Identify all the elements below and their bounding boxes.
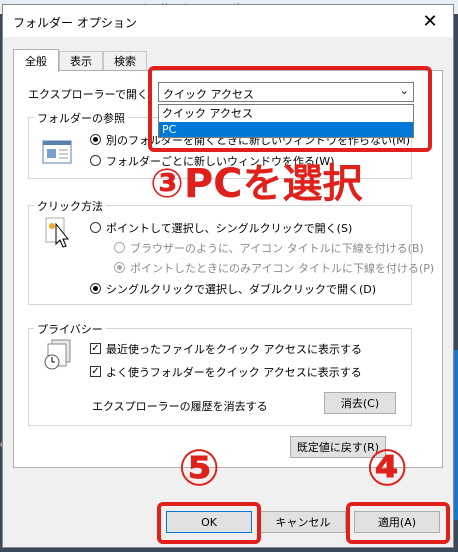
checkbox-recent-files[interactable]: ✓: [90, 343, 101, 354]
clear-history-button[interactable]: 消去(C): [324, 392, 396, 414]
tab-search[interactable]: 検索: [103, 51, 147, 70]
folder-window-icon: [42, 140, 72, 164]
browse-folders-title: フォルダーの参照: [34, 110, 128, 126]
radio-underline-on-point-label: ポイントしたときにのみアイコン タイトルに下線を付ける(P): [130, 262, 435, 275]
highlight-apply-box: [346, 502, 450, 544]
window-title: フォルダー オプション: [13, 16, 137, 30]
close-button[interactable]: ✕: [407, 5, 453, 37]
radio-underline-always-label: ブラウザーのように、アイコン タイトルに下線を付ける(B): [130, 242, 424, 255]
click-method-title: クリック方法: [34, 198, 106, 214]
recent-files-icon: [44, 339, 71, 370]
radio-single-click-open[interactable]: [90, 222, 101, 233]
checkbox-frequent-folders[interactable]: ✓: [90, 366, 101, 377]
step5-annotation: ⑤: [178, 439, 221, 497]
radio-single-click-open-label: ポイントして選択し、シングルクリックで開く(S): [106, 222, 353, 235]
checkbox-recent-files-label: 最近使ったファイルをクイック アクセスに表示する: [106, 343, 362, 356]
cancel-button[interactable]: キャンセル: [260, 511, 346, 533]
step3-annotation: ③PCを選択: [150, 161, 363, 207]
radio-new-window[interactable]: [90, 155, 101, 166]
close-icon: ✕: [422, 10, 438, 32]
radio-double-click-open[interactable]: [90, 283, 101, 294]
radio-underline-always[interactable]: [114, 242, 125, 253]
radio-underline-on-point[interactable]: [114, 262, 125, 273]
title-bar: フォルダー オプション ✕: [3, 5, 453, 37]
highlight-dropdown-box: [148, 66, 432, 152]
tab-general[interactable]: 全般: [13, 49, 59, 72]
tab-view[interactable]: 表示: [59, 51, 103, 70]
checkbox-frequent-folders-label: よく使うフォルダーをクイック アクセスに表示する: [106, 366, 362, 379]
explorer-open-label: エクスプローラーで開く:: [28, 88, 152, 101]
highlight-ok-box: [157, 502, 261, 544]
step4-annotation: ④: [366, 439, 409, 497]
radio-same-window[interactable]: [90, 134, 101, 145]
pointer-click-icon: [45, 217, 70, 248]
radio-double-click-open-label: シングルクリックで選択し、ダブルクリックで開く(D): [106, 283, 377, 296]
clear-history-label: エクスプローラーの履歴を消去する: [92, 400, 268, 413]
privacy-title: プライバシー: [34, 321, 106, 337]
